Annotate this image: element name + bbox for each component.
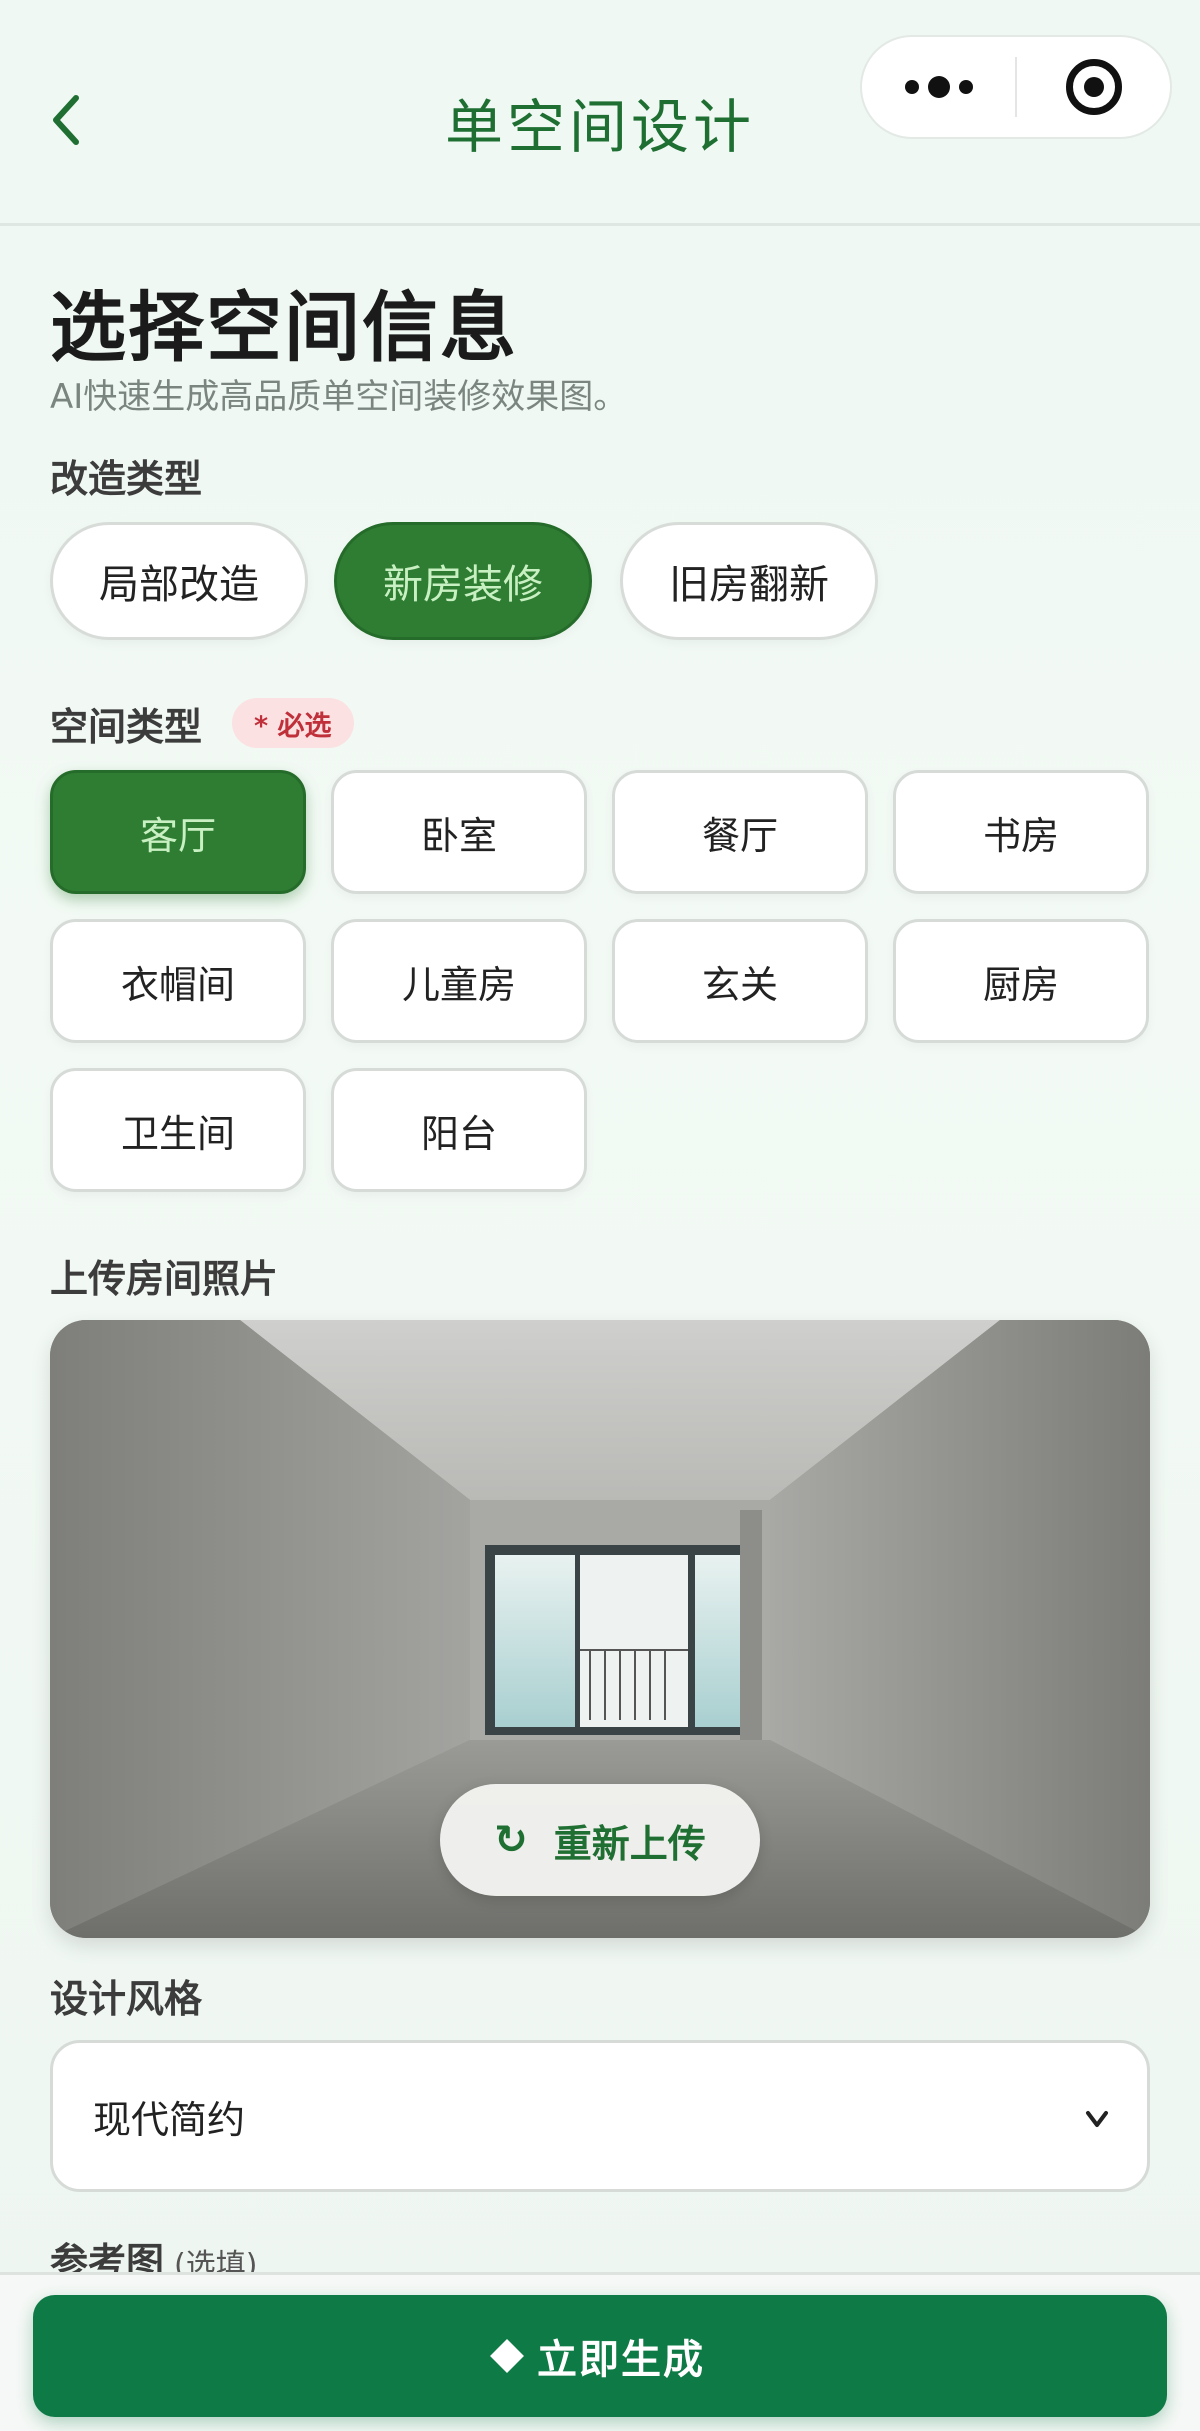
navigation-bar: 单空间设计: [0, 0, 1200, 226]
chevron-down-icon: [1086, 2111, 1108, 2127]
space-type-label: 空间类型: [50, 705, 203, 749]
generate-button[interactable]: 立即生成: [33, 2295, 1167, 2417]
generate-button-label: 立即生成: [537, 2337, 705, 2383]
page-title: 选择空间信息: [50, 283, 518, 372]
renovation-option-old-house[interactable]: 旧房翻新: [620, 522, 878, 640]
design-style-label: 设计风格: [50, 1977, 203, 2021]
more-dots-icon: [904, 76, 973, 98]
renovation-type-label: 改造类型: [50, 457, 203, 501]
mini-program-capsule: [860, 35, 1172, 139]
refresh-icon: ↻: [494, 1817, 528, 1863]
renovation-option-partial[interactable]: 局部改造: [50, 522, 308, 640]
space-option-balcony[interactable]: 阳台: [331, 1068, 587, 1192]
reupload-label: 重新上传: [553, 1821, 706, 1866]
space-option-dining-room[interactable]: 餐厅: [612, 770, 868, 894]
space-option-bedroom[interactable]: 卧室: [331, 770, 587, 894]
renovation-option-new-house[interactable]: 新房装修: [334, 522, 592, 640]
page-subtitle: AI快速生成高品质单空间装修效果图。: [50, 377, 628, 417]
design-style-value: 现代简约: [93, 2097, 246, 2142]
space-option-entrance[interactable]: 玄关: [612, 919, 868, 1043]
space-option-study[interactable]: 书房: [893, 770, 1149, 894]
space-option-kitchen[interactable]: 厨房: [893, 919, 1149, 1043]
required-badge: * 必选: [232, 698, 354, 748]
reupload-button[interactable]: ↻ 重新上传: [440, 1784, 760, 1896]
upload-photo-label: 上传房间照片: [50, 1257, 279, 1301]
space-option-kids-room[interactable]: 儿童房: [331, 919, 587, 1043]
space-option-bathroom[interactable]: 卫生间: [50, 1068, 306, 1192]
close-button[interactable]: [1017, 37, 1170, 137]
space-option-living-room[interactable]: 客厅: [50, 770, 306, 894]
design-style-select[interactable]: 现代简约: [50, 2040, 1150, 2192]
more-button[interactable]: [862, 37, 1015, 137]
record-target-icon: [1065, 59, 1122, 115]
space-option-cloakroom[interactable]: 衣帽间: [50, 919, 306, 1043]
diamond-icon: [490, 2339, 524, 2373]
